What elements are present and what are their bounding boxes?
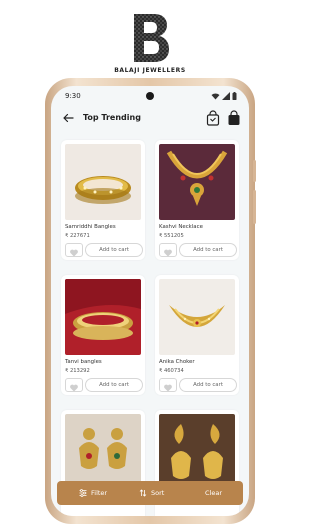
cart-bag-icon[interactable] (227, 110, 241, 126)
sort-icon (139, 489, 147, 497)
product-image[interactable] (159, 279, 235, 355)
product-price: ₹ 227671 (65, 233, 90, 239)
product-price: ₹ 551205 (159, 233, 184, 239)
wishlist-button[interactable] (159, 378, 177, 392)
status-bar: 9:30 (51, 86, 249, 106)
filter-button[interactable]: Filter (79, 481, 107, 505)
clear-button[interactable]: Clear (205, 481, 222, 505)
bottom-action-bar: Filter Sort Clear (57, 481, 243, 505)
product-card[interactable]: Anika Choker ₹ 460734 Add to cart (155, 275, 239, 395)
gold-necklace-photo (159, 144, 235, 220)
peacock-jhumka-photo (159, 414, 235, 490)
product-name: Samriddhi Bangles (65, 224, 116, 230)
front-camera (146, 92, 154, 100)
product-price: ₹ 460734 (159, 368, 184, 374)
phone-screen: 9:30 Top Trending Samriddhi Bangles ₹ 22… (51, 86, 249, 516)
heart-icon (70, 249, 78, 257)
product-card[interactable]: Kashvi Necklace ₹ 551205 Add to cart (155, 140, 239, 260)
product-image[interactable] (159, 414, 235, 490)
add-to-cart-button[interactable]: Add to cart (179, 243, 237, 257)
filter-label: Filter (91, 489, 108, 497)
product-name: Kashvi Necklace (159, 224, 203, 230)
jhumka-earrings-photo (65, 414, 141, 490)
page-title: Top Trending (83, 113, 141, 122)
arrow-left-icon[interactable] (61, 111, 75, 125)
brand-logo-mark (134, 14, 169, 62)
wishlist-button[interactable] (159, 243, 177, 257)
wishlist-button[interactable] (65, 243, 83, 257)
product-name: Anika Choker (159, 359, 195, 365)
shopping-bag-icon[interactable] (206, 110, 220, 126)
gold-choker-photo (159, 279, 235, 355)
sort-label: Sort (151, 489, 165, 497)
product-card[interactable]: Samriddhi Bangles ₹ 227671 Add to cart (61, 140, 145, 260)
gold-bangles-red-photo (65, 279, 141, 355)
clear-label: Clear (205, 489, 222, 497)
gold-bangles-photo (65, 144, 141, 220)
phone-volume-button (253, 190, 256, 224)
status-icons (211, 92, 237, 100)
signal-icon (222, 92, 230, 100)
brand-logo: BALAJI JEWELLERS (0, 8, 300, 78)
heart-icon (70, 384, 78, 392)
product-image[interactable] (65, 279, 141, 355)
add-to-cart-button[interactable]: Add to cart (85, 243, 143, 257)
battery-icon (232, 92, 237, 100)
product-image[interactable] (159, 144, 235, 220)
product-card[interactable]: Tanvi bangles ₹ 213292 Add to cart (61, 275, 145, 395)
product-image[interactable] (65, 414, 141, 490)
wishlist-button[interactable] (65, 378, 83, 392)
product-image[interactable] (65, 144, 141, 220)
wifi-icon (211, 93, 220, 100)
add-to-cart-button[interactable]: Add to cart (179, 378, 237, 392)
filter-icon (79, 489, 87, 497)
heart-icon (164, 384, 172, 392)
product-name: Tanvi bangles (65, 359, 102, 365)
app-bar: Top Trending (51, 106, 249, 130)
status-time: 9:30 (65, 92, 81, 100)
sort-button[interactable]: Sort (139, 481, 164, 505)
heart-icon (164, 249, 172, 257)
brand-name: BALAJI JEWELLERS (114, 67, 186, 74)
add-to-cart-button[interactable]: Add to cart (85, 378, 143, 392)
phone-side-button (253, 160, 256, 182)
product-price: ₹ 213292 (65, 368, 90, 374)
product-grid: Samriddhi Bangles ₹ 227671 Add to cart K… (51, 132, 249, 516)
